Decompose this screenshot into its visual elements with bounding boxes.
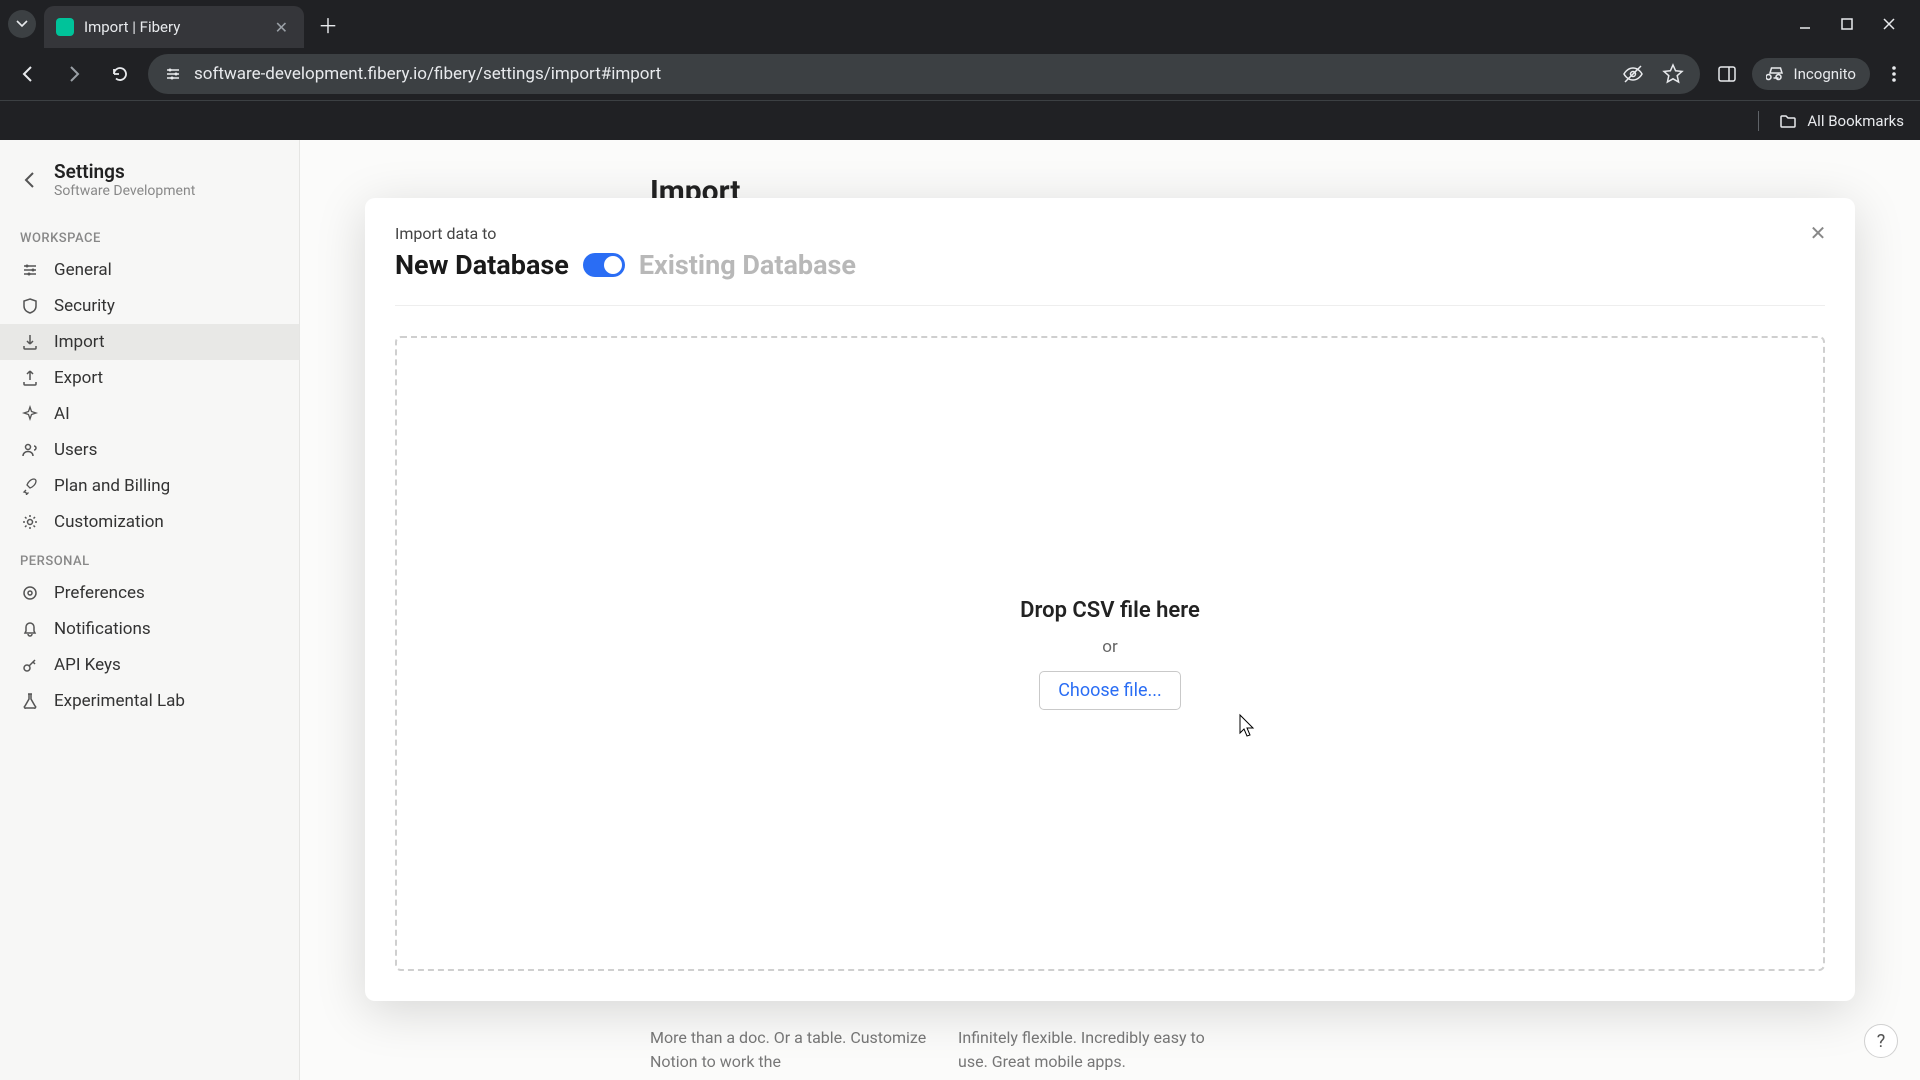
window-controls — [1796, 15, 1912, 33]
reload-button[interactable] — [102, 56, 138, 92]
sidebar-item-import[interactable]: Import — [0, 324, 299, 360]
sidebar-item-apikeys[interactable]: API Keys — [0, 647, 299, 683]
all-bookmarks-link[interactable]: All Bookmarks — [1807, 112, 1904, 130]
sidebar-item-notifications[interactable]: Notifications — [0, 611, 299, 647]
sidebar-item-label: Export — [54, 368, 103, 388]
url-input[interactable]: software-development.fibery.io/fibery/se… — [148, 54, 1700, 94]
choose-file-button[interactable]: Choose file... — [1039, 671, 1181, 710]
sidebar-item-label: Plan and Billing — [54, 476, 170, 496]
sidebar-item-label: Preferences — [54, 583, 145, 603]
sidebar-header: Settings Software Development — [0, 154, 299, 217]
sliders-icon — [20, 260, 40, 280]
export-icon — [20, 368, 40, 388]
site-settings-icon[interactable] — [164, 65, 182, 83]
key-icon — [20, 655, 40, 675]
sidebar-subtitle: Software Development — [54, 183, 195, 199]
settings-back-button[interactable] — [20, 170, 40, 190]
sparkle-icon — [20, 404, 40, 424]
database-toggle-row: New Database Existing Database — [395, 249, 1825, 306]
sidebar-title: Settings — [54, 160, 195, 183]
section-personal-label: PERSONAL — [0, 540, 299, 575]
sidebar-item-label: Notifications — [54, 619, 151, 639]
bookmarks-bar: All Bookmarks — [0, 100, 1920, 140]
maximize-button[interactable] — [1838, 15, 1856, 33]
import-modal: ✕ Import data to New Database Existing D… — [365, 198, 1855, 1001]
side-panel-icon[interactable] — [1716, 63, 1738, 85]
rocket-icon — [20, 476, 40, 496]
gear-icon — [20, 512, 40, 532]
incognito-icon — [1766, 64, 1786, 84]
toggle-knob — [604, 256, 622, 274]
sidebar-item-label: Security — [54, 296, 115, 316]
sidebar-item-general[interactable]: General — [0, 252, 299, 288]
sidebar-item-label: Experimental Lab — [54, 691, 185, 711]
sidebar-item-security[interactable]: Security — [0, 288, 299, 324]
sidebar-item-label: General — [54, 260, 112, 280]
forward-button[interactable] — [56, 56, 92, 92]
address-bar: software-development.fibery.io/fibery/se… — [0, 48, 1920, 100]
bookmark-star-icon[interactable] — [1662, 63, 1684, 85]
tab-strip: Import | Fibery ✕ ＋ — [0, 0, 1920, 48]
dropzone-or: or — [1102, 637, 1117, 657]
sidebar-item-label: Users — [54, 440, 97, 460]
sidebar-item-experimental[interactable]: Experimental Lab — [0, 683, 299, 719]
sidebar-item-users[interactable]: Users — [0, 432, 299, 468]
sidebar-item-label: Customization — [54, 512, 164, 532]
section-workspace-label: WORKSPACE — [0, 217, 299, 252]
sidebar-item-label: API Keys — [54, 655, 121, 675]
bookmarks-divider — [1758, 111, 1759, 131]
url-text: software-development.fibery.io/fibery/se… — [194, 64, 661, 84]
incognito-label: Incognito — [1794, 65, 1856, 83]
fibery-favicon-icon — [56, 18, 74, 36]
import-icon — [20, 332, 40, 352]
sidebar-item-label: AI — [54, 404, 70, 424]
sidebar-item-customization[interactable]: Customization — [0, 504, 299, 540]
bell-icon — [20, 619, 40, 639]
sidebar-item-export[interactable]: Export — [0, 360, 299, 396]
modal-backdrop: ✕ Import data to New Database Existing D… — [300, 140, 1920, 1080]
close-window-button[interactable] — [1880, 15, 1898, 33]
database-toggle[interactable] — [583, 253, 625, 277]
new-tab-button[interactable]: ＋ — [304, 10, 352, 39]
close-icon: ✕ — [1810, 221, 1827, 245]
flask-icon — [20, 691, 40, 711]
minimize-button[interactable] — [1796, 15, 1814, 33]
browser-menu-button[interactable] — [1884, 64, 1904, 84]
modal-close-button[interactable]: ✕ — [1803, 218, 1833, 248]
help-button[interactable]: ? — [1864, 1024, 1898, 1058]
csv-dropzone[interactable]: Drop CSV file here or Choose file... — [395, 336, 1825, 971]
browser-tab[interactable]: Import | Fibery ✕ — [44, 6, 304, 48]
users-icon — [20, 440, 40, 460]
toggle-option-new[interactable]: New Database — [395, 249, 569, 281]
main-content: Import More than a doc. Or a table. Cust… — [300, 140, 1920, 1080]
settings-sidebar: Settings Software Development WORKSPACE … — [0, 140, 300, 1080]
incognito-badge[interactable]: Incognito — [1752, 58, 1870, 90]
browser-chrome: Import | Fibery ✕ ＋ software-development… — [0, 0, 1920, 140]
back-button[interactable] — [10, 56, 46, 92]
shield-icon — [20, 296, 40, 316]
preferences-icon — [20, 583, 40, 603]
sidebar-item-label: Import — [54, 332, 105, 352]
modal-subtitle: Import data to — [395, 224, 1825, 243]
sidebar-item-ai[interactable]: AI — [0, 396, 299, 432]
dropzone-title: Drop CSV file here — [1020, 598, 1200, 623]
tab-close-button[interactable]: ✕ — [271, 14, 292, 41]
tab-title: Import | Fibery — [84, 18, 271, 36]
toggle-option-existing[interactable]: Existing Database — [639, 249, 856, 281]
app-root: Settings Software Development WORKSPACE … — [0, 140, 1920, 1080]
sidebar-item-preferences[interactable]: Preferences — [0, 575, 299, 611]
eye-off-icon[interactable] — [1622, 63, 1644, 85]
sidebar-item-billing[interactable]: Plan and Billing — [0, 468, 299, 504]
help-icon: ? — [1877, 1031, 1886, 1052]
folder-icon — [1779, 112, 1797, 130]
tab-search-button[interactable] — [8, 10, 36, 38]
